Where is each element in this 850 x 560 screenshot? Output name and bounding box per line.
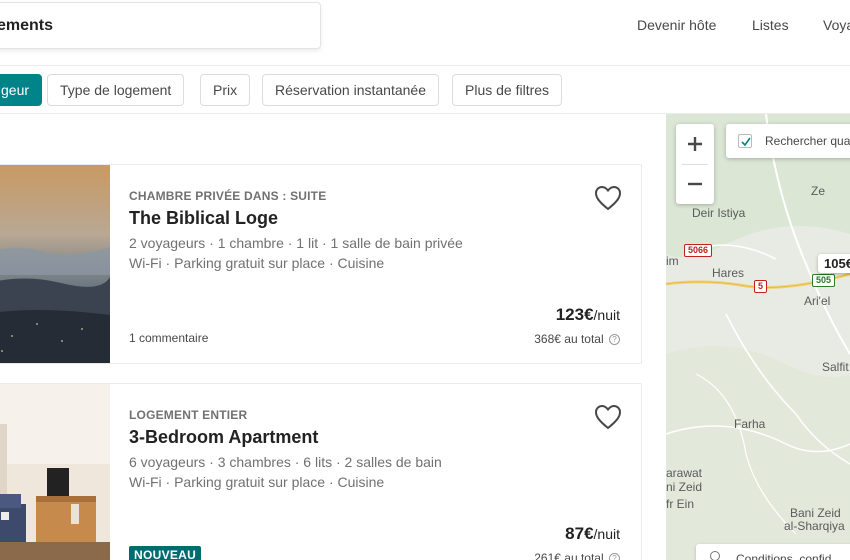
map-footer[interactable]: Conditions, confid xyxy=(696,544,850,560)
search-as-move-label: Rechercher qua xyxy=(765,134,850,148)
minus-icon xyxy=(688,182,702,186)
listing-type: CHAMBRE PRIVÉE DANS : SUITE xyxy=(129,189,327,203)
check-icon xyxy=(741,137,751,147)
filter-bar: geur Type de logement Prix Réservation i… xyxy=(0,66,850,114)
map-label-salfit: Salfit xyxy=(822,360,849,374)
filter-home-type[interactable]: Type de logement xyxy=(47,74,185,106)
road-shield: 5 xyxy=(754,280,768,293)
zoom-in-button[interactable] xyxy=(676,124,714,164)
map-label-ze: Ze xyxy=(811,184,826,198)
listing-amenities: Wi-Fi · Parking gratuit sur place · Cuis… xyxy=(129,255,385,271)
total-text: 368€ au total xyxy=(534,332,604,346)
map-label-fr-ein: fr Ein xyxy=(666,497,695,511)
filter-price[interactable]: Prix xyxy=(200,74,251,106)
plus-icon xyxy=(688,137,702,151)
map-label-farha: Farha xyxy=(734,417,766,431)
help-icon[interactable]: ? xyxy=(609,334,620,346)
map-price-pin[interactable]: 105€ xyxy=(818,254,850,273)
total-text: 261€ au total xyxy=(534,551,604,560)
listing-title[interactable]: The Biblical Loge xyxy=(129,208,278,229)
nav-trips[interactable]: Voya xyxy=(823,17,850,33)
listing-photo[interactable] xyxy=(0,384,110,560)
map-label-arawat: arawat xyxy=(666,466,703,480)
road-shield: 5066 xyxy=(684,244,713,257)
map-label-ni-zeid: ni Zeid xyxy=(666,480,703,494)
heart-icon[interactable] xyxy=(594,404,622,430)
road-shield: 505 xyxy=(812,274,836,287)
location-search-box[interactable]: ements xyxy=(0,2,321,49)
nav-become-host[interactable]: Devenir hôte xyxy=(637,17,716,33)
listing-photo[interactable] xyxy=(0,165,110,363)
search-checkbox[interactable] xyxy=(738,134,752,148)
nav-lists[interactable]: Listes xyxy=(752,17,789,33)
map-label-al-sharqiya: al-Sharqiya xyxy=(784,519,845,533)
listing-details: 2 voyageurs · 1 chambre · 1 lit · 1 sall… xyxy=(129,235,463,251)
map-label-ariel: Ari'el xyxy=(804,294,831,308)
listing-card[interactable]: CHAMBRE PRIVÉE DANS : SUITE The Biblical… xyxy=(0,164,642,364)
map-label-im: im xyxy=(666,254,679,268)
listing-total: 368€ au total ? xyxy=(534,332,620,346)
filter-instant-book[interactable]: Réservation instantanée xyxy=(262,74,439,106)
map-label-deir-istiya: Deir Istiya xyxy=(692,206,746,220)
search-as-move-toggle[interactable]: Rechercher qua xyxy=(726,124,850,158)
listing-details: 6 voyageurs · 3 chambres · 6 lits · 2 sa… xyxy=(129,454,442,470)
map-label-bani-zeid: Bani Zeid xyxy=(790,506,841,520)
help-icon[interactable]: ? xyxy=(609,553,620,560)
listing-reviews[interactable]: 1 commentaire xyxy=(129,331,208,345)
price-unit: /nuit xyxy=(593,307,620,323)
listing-price: 123€/nuit xyxy=(556,305,620,325)
listing-amenities: Wi-Fi · Parking gratuit sur place · Cuis… xyxy=(129,474,385,490)
map-footer-text: Conditions, confid xyxy=(736,552,832,560)
location-search-text: ements xyxy=(0,17,54,34)
listing-price: 87€/nuit xyxy=(565,524,620,544)
listing-total: 261€ au total ? xyxy=(534,551,620,560)
price-amount: 87€ xyxy=(565,524,594,543)
new-badge: NOUVEAU xyxy=(129,546,202,560)
price-unit: /nuit xyxy=(593,526,620,542)
map-panel[interactable]: Rechercher qua Deir Istiya im Hares Ari'… xyxy=(666,114,850,560)
listing-title[interactable]: 3-Bedroom Apartment xyxy=(129,427,318,448)
price-amount: 123€ xyxy=(555,305,594,324)
listing-card[interactable]: LOGEMENT ENTIER 3-Bedroom Apartment 6 vo… xyxy=(0,383,642,560)
heart-icon[interactable] xyxy=(594,185,622,211)
globe-icon xyxy=(710,551,720,560)
zoom-control xyxy=(676,124,714,204)
filter-more[interactable]: Plus de filtres xyxy=(452,74,563,106)
listing-type: LOGEMENT ENTIER xyxy=(129,408,248,422)
zoom-out-button[interactable] xyxy=(676,164,714,204)
filter-travelers[interactable]: geur xyxy=(0,74,43,106)
map-label-hares: Hares xyxy=(712,266,745,280)
top-header: ements Devenir hôte Listes Voya xyxy=(0,0,850,66)
